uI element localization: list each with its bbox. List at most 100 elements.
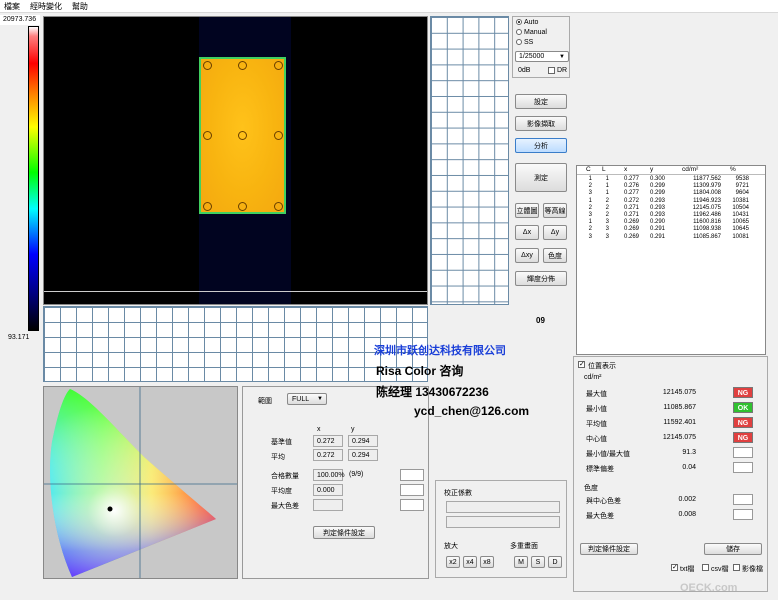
table-cell: 10431 (732, 212, 749, 218)
shutter-select-value: 1/25000 (519, 53, 545, 60)
delta-xy-button[interactable]: Δxy (515, 248, 539, 263)
table-cell: 0.269 (623, 233, 639, 240)
measure-point[interactable] (203, 61, 212, 70)
table-row[interactable]: 2 3 0.269 0.291 11098.938 10645 (577, 226, 765, 233)
table-row[interactable]: 1 1 0.277 0.300 11877.562 9538 (577, 176, 765, 183)
shutter-select[interactable]: 1/25000 ▼ (515, 51, 569, 62)
metric-value: 0.04 (682, 464, 696, 471)
correction-field-2[interactable] (446, 516, 560, 528)
metric-label: 最小值/最大值 (586, 451, 630, 458)
luminance-image-view[interactable] (43, 16, 428, 305)
delta-x-button[interactable]: Δx (515, 225, 539, 240)
measure-point[interactable] (274, 131, 283, 140)
measure-point[interactable] (274, 61, 283, 70)
gain-label: 0dB (518, 67, 531, 74)
table-cell: 0.293 (649, 212, 665, 218)
table-row[interactable]: 3 3 0.269 0.291 11085.867 10081 (577, 233, 765, 241)
menu-timechange[interactable]: 經時變化 (26, 0, 66, 13)
export-image-checkbox[interactable] (733, 564, 740, 571)
table-cell: 2 (588, 226, 592, 233)
chroma-metric-label: 與中心色差 (586, 498, 621, 505)
exposure-ss-option[interactable]: SS (516, 39, 533, 46)
table-cell: 12145.075 (692, 204, 721, 211)
table-cell: 0.299 (649, 190, 665, 197)
reference-label: 基準值 (271, 439, 292, 446)
table-row[interactable]: 3 2 0.271 0.293 11962.486 10431 (577, 212, 765, 219)
chroma-title: 色度 (584, 485, 598, 492)
reference-x-field[interactable]: 0.272 (313, 435, 343, 447)
menu-file[interactable]: 檔案 (0, 0, 24, 13)
profile-grid-vertical (430, 16, 509, 305)
zoom-x2-button[interactable]: x2 (446, 556, 460, 568)
colorbar-min-label: 93.171 (8, 334, 30, 341)
correction-field-1[interactable] (446, 501, 560, 513)
zoom-x8-button[interactable]: x8 (480, 556, 494, 568)
table-cell: 3 (605, 226, 609, 233)
table-cell: 10381 (732, 197, 749, 204)
measure-point[interactable] (203, 202, 212, 211)
table-row[interactable]: 1 2 0.272 0.293 11946.923 10381 (577, 197, 765, 205)
table-cell: 9538 (735, 176, 749, 182)
table-row[interactable]: 3 1 0.277 0.299 11804.008 9604 (577, 190, 765, 197)
table-cell: 1 (588, 219, 592, 226)
measure-point[interactable] (238, 131, 247, 140)
watermark-email: ycd_chen@126.com (414, 404, 530, 418)
dr-label: DR (557, 67, 568, 74)
dr-checkbox[interactable] (548, 67, 555, 74)
luminance-distribution-button[interactable]: 輝度分佈 (515, 271, 567, 286)
position-display-checkbox[interactable]: ✓ (578, 361, 585, 368)
table-cell: 9604 (735, 190, 749, 197)
pass-count-field: 100.00% (313, 469, 345, 481)
menu-bar: 檔案 經時變化 幫助 (0, 0, 778, 13)
export-csv-checkbox[interactable] (702, 564, 709, 571)
multi-s-button[interactable]: S (531, 556, 545, 568)
reference-y-field[interactable]: 0.294 (348, 435, 378, 447)
table-cell: 11804.008 (693, 190, 721, 197)
settings-button[interactable]: 設定 (515, 94, 567, 109)
exposure-auto-option[interactable]: Auto (516, 19, 538, 26)
radio-icon (516, 19, 522, 26)
color-gamut-button[interactable]: 色度 (543, 248, 567, 263)
exposure-manual-option[interactable]: Manual (516, 29, 547, 36)
watermark-overlay: 深圳市跃创达科技有限公司 Risa Color 咨询 陈经理 134306722… (374, 342, 574, 422)
table-row[interactable]: 2 1 0.276 0.299 11309.979 9721 (577, 183, 765, 190)
menu-help[interactable]: 幫助 (68, 0, 92, 13)
multi-d-button[interactable]: D (548, 556, 562, 568)
status-badge: NG (733, 432, 753, 443)
status-badge: NG (733, 387, 753, 398)
uniformity-label: 平均度 (271, 488, 292, 495)
status-box (733, 509, 753, 520)
correction-panel: 校正係數 放大 多重畫面 x2 x4 x8 M S D (435, 480, 567, 578)
measure-point[interactable] (238, 202, 247, 211)
analyze-button[interactable]: 分析 (515, 138, 567, 153)
radio-icon (516, 39, 522, 46)
save-button[interactable]: 儲存 (704, 543, 762, 555)
table-row[interactable]: 2 2 0.271 0.293 12145.075 10504 (577, 204, 765, 212)
max-color-diff-label: 最大色差 (271, 503, 299, 510)
chevron-down-icon: ▼ (559, 53, 565, 60)
metric-value: 11085.867 (663, 404, 696, 411)
measure-button[interactable]: 測定 (515, 163, 567, 192)
judge-settings-button-2[interactable]: 判定條件設定 (580, 543, 638, 555)
status-box (733, 494, 753, 505)
stereo-button[interactable]: 立體圖 (515, 203, 539, 218)
measurement-table[interactable]: C L x y cd/m² % 1 1 0.277 0.300 11877.562 953… (576, 165, 766, 355)
contour-button[interactable]: 等高線 (543, 203, 567, 218)
export-txt-checkbox[interactable]: ✓ (671, 564, 678, 571)
table-cell: 0.299 (649, 183, 665, 190)
table-cell: 0.293 (649, 204, 665, 211)
range-select[interactable]: FULL ▼ (287, 393, 327, 405)
zoom-x4-button[interactable]: x4 (463, 556, 477, 568)
table-row[interactable]: 1 3 0.269 0.290 11600.816 10065 (577, 219, 765, 226)
capture-button[interactable]: 影像擷取 (515, 116, 567, 131)
measure-point[interactable] (203, 131, 212, 140)
measure-point[interactable] (274, 202, 283, 211)
delta-y-button[interactable]: Δy (543, 225, 567, 240)
multi-view-label: 多重畫面 (510, 543, 538, 550)
multi-m-button[interactable]: M (514, 556, 528, 568)
measure-point[interactable] (238, 61, 247, 70)
watermark-product: Risa Color 咨询 (376, 364, 464, 378)
max-color-diff-result (400, 499, 424, 511)
judge-settings-button[interactable]: 判定條件設定 (313, 526, 375, 539)
corner-logo: OECK.com (680, 582, 738, 594)
